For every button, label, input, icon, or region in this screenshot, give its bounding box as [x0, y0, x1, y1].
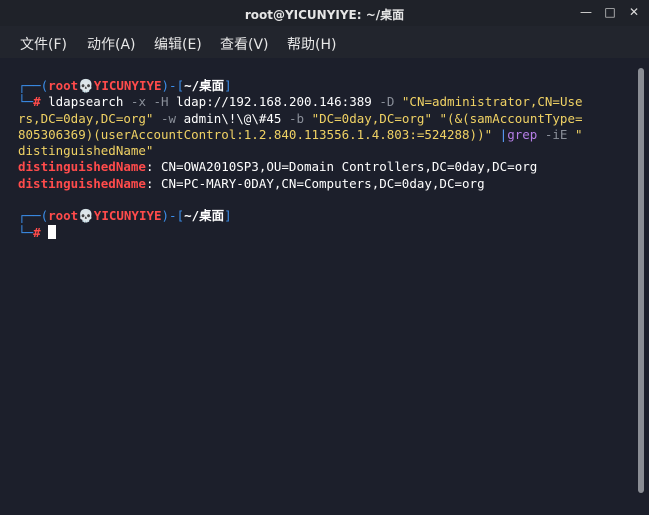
output-value: : CN=OWA2010SP3,OU=Domain Controllers,DC… [145, 159, 538, 175]
window-controls: — □ ✕ [579, 5, 641, 19]
output-key: distinguishedName [18, 175, 146, 191]
skull-icon: 💀 [78, 78, 94, 93]
prompt-user: root [48, 78, 79, 93]
output-key: distinguishedName [18, 159, 146, 175]
terminal-output: ┌──(root💀YICUNYIYE)-[~/桌面] └─# ldapsearc… [18, 78, 583, 240]
menu-action[interactable]: 动作(A) [87, 34, 136, 54]
prompt-host: YICUNYIYE [93, 78, 162, 93]
close-icon[interactable]: ✕ [627, 5, 641, 19]
text-cursor [48, 224, 57, 239]
prompt-path: ~/桌面 [184, 78, 225, 93]
minimize-icon[interactable]: — [579, 5, 593, 19]
menu-bar: 文件(F) 动作(A) 编辑(E) 查看(V) 帮助(H) [0, 26, 649, 58]
title-bar: root@YICUNYIYE: ~/桌面 — □ ✕ [0, 0, 649, 26]
scrollbar-thumb[interactable] [638, 68, 644, 493]
output-value: : CN=PC-MARY-0DAY,CN=Computers,DC=0day,D… [145, 175, 485, 191]
maximize-icon[interactable]: □ [603, 5, 617, 19]
menu-view[interactable]: 查看(V) [220, 34, 269, 54]
menu-help[interactable]: 帮助(H) [287, 34, 336, 54]
terminal-area[interactable]: ┌──(root💀YICUNYIYE)-[~/桌面] └─# ldapsearc… [0, 58, 634, 515]
window-title: root@YICUNYIYE: ~/桌面 [244, 8, 405, 22]
menu-file[interactable]: 文件(F) [20, 34, 67, 54]
scrollbar[interactable] [635, 58, 649, 515]
terminal-window: root@YICUNYIYE: ~/桌面 — □ ✕ 文件(F) 动作(A) 编… [0, 0, 649, 515]
skull-icon: 💀 [78, 208, 94, 224]
prompt-symbol: # [33, 94, 41, 110]
command-name: ldapsearch [48, 94, 124, 110]
menu-edit[interactable]: 编辑(E) [154, 34, 202, 54]
